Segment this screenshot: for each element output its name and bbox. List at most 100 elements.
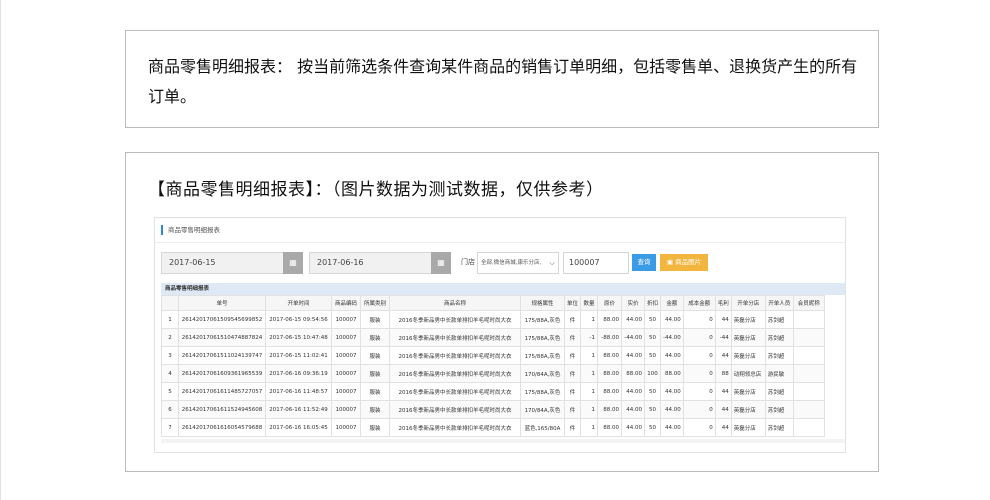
table-cell: 44.00 bbox=[621, 310, 646, 329]
table-cell: 1 bbox=[580, 382, 599, 401]
table-cell: 2017-06-15 10:47:48 bbox=[265, 328, 332, 347]
table-cell: 44.00 bbox=[660, 400, 684, 419]
table-cell: 服装 bbox=[360, 346, 390, 365]
table-cell bbox=[792, 400, 825, 419]
table-cell: 英磊分店 bbox=[730, 382, 766, 401]
calendar-icon[interactable]: ▦ bbox=[431, 252, 451, 274]
table-cell: 1 bbox=[580, 418, 599, 437]
table-cell: 件 bbox=[563, 418, 582, 437]
end-date-input[interactable]: 2017-06-16 ▦ bbox=[309, 252, 451, 274]
store-select[interactable]: 全部,微信商城,康乐分店, ⌵ bbox=[477, 252, 559, 274]
intro-box: 商品零售明细报表： 按当前筛选条件查询某件商品的销售订单明细，包括零售单、退换货… bbox=[125, 30, 879, 128]
column-header: 开单人员 bbox=[764, 295, 794, 311]
table-cell: 100007 bbox=[331, 400, 361, 419]
column-header: 开单分店 bbox=[730, 295, 766, 311]
query-button[interactable]: 查询 bbox=[632, 254, 656, 271]
table-cell: 44.00 bbox=[660, 346, 684, 365]
column-header: 金额 bbox=[660, 295, 684, 311]
table-cell: 88.00 bbox=[597, 400, 623, 419]
table-cell: 44.00 bbox=[621, 346, 646, 365]
screenshot-box: 【商品零售明细报表】：（图片数据为测试数据，仅供参考） 商品零售明细报表 201… bbox=[125, 152, 879, 472]
table-cell: 件 bbox=[563, 328, 582, 347]
table-cell bbox=[792, 364, 825, 383]
start-date-input[interactable]: 2017-06-15 ▦ bbox=[161, 252, 303, 274]
table-cell: 170/84A,灰色 bbox=[520, 364, 565, 383]
table-cell: 26142017061616054579688 bbox=[178, 418, 266, 437]
table-cell: 100007 bbox=[331, 418, 361, 437]
column-header: 单位 bbox=[563, 295, 582, 311]
table-cell: 0 bbox=[682, 328, 716, 347]
horizontal-scrollbar[interactable] bbox=[161, 439, 845, 443]
table-cell: 50 bbox=[644, 310, 662, 329]
table-cell: 50 bbox=[644, 382, 662, 401]
table-cell: 26142017061510474887824 bbox=[178, 328, 266, 347]
column-header: 原价 bbox=[597, 295, 623, 311]
table-cell: 苏剑超 bbox=[764, 328, 794, 347]
table-cell: 2017-06-16 09:36:19 bbox=[265, 364, 332, 383]
table-row[interactable]: 5 26142017061611485727057 2017-06-16 11:48… bbox=[161, 382, 825, 401]
table-cell: 2017-06-16 11:48:57 bbox=[265, 382, 332, 401]
table-cell: 服装 bbox=[360, 382, 390, 401]
table-row[interactable]: 1 26142017061509545699852 2017-06-15 09:54… bbox=[161, 310, 825, 329]
table-cell: 2017-06-16 16:05:45 bbox=[265, 418, 332, 437]
column-header: 商品名称 bbox=[389, 295, 521, 311]
table-cell: -88.00 bbox=[597, 328, 623, 347]
column-header: 数量 bbox=[580, 295, 599, 311]
table-cell: 苏剑超 bbox=[764, 382, 794, 401]
table-row[interactable]: 2 26142017061510474887824 2017-06-15 10:47… bbox=[161, 328, 825, 347]
table-cell: 100007 bbox=[331, 346, 361, 365]
table-cell: 2016冬季新品男中长款单排扣羊毛呢时尚大衣 bbox=[389, 346, 521, 365]
table-cell: 88.00 bbox=[597, 346, 623, 365]
table-cell: 26142017061611485727057 bbox=[178, 382, 266, 401]
table-cell: 2016冬季新品男中长款单排扣羊毛呢时尚大衣 bbox=[389, 310, 521, 329]
table-cell: 2017-06-15 09:54:56 bbox=[265, 310, 332, 329]
calendar-icon[interactable]: ▦ bbox=[283, 252, 303, 274]
table-cell bbox=[792, 382, 825, 401]
table-cell: 英磊分店 bbox=[730, 328, 766, 347]
table-cell: 4 bbox=[161, 364, 179, 383]
screenshot-heading: 【商品零售明细报表】：（图片数据为测试数据，仅供参考） bbox=[148, 180, 604, 200]
table-cell: 88.00 bbox=[597, 418, 623, 437]
table-cell: 88.00 bbox=[621, 364, 646, 383]
table-cell: 2016冬季新品男中长款单排扣羊毛呢时尚大衣 bbox=[389, 400, 521, 419]
table-cell: 英磊分店 bbox=[730, 346, 766, 365]
table-cell: 50 bbox=[644, 346, 662, 365]
table-row[interactable]: 4 26142017061609361965539 2017-06-16 09:36… bbox=[161, 364, 825, 383]
table-cell: 3 bbox=[161, 346, 179, 365]
store-label: 门店 bbox=[461, 258, 475, 266]
table-cell: 2016冬季新品男中长款单排扣羊毛呢时尚大衣 bbox=[389, 328, 521, 347]
table-row[interactable]: 7 26142017061616054579688 2017-06-16 16:05… bbox=[161, 418, 825, 437]
table-cell: 7 bbox=[161, 418, 179, 437]
title-divider bbox=[155, 242, 845, 243]
table-cell: 5 bbox=[161, 382, 179, 401]
table-cell: -44.00 bbox=[621, 328, 646, 347]
column-header: 毛利 bbox=[714, 295, 732, 311]
table-cell: 2016冬季新品男中长款单排扣羊毛呢时尚大衣 bbox=[389, 382, 521, 401]
table-cell: 英磊分店 bbox=[730, 310, 766, 329]
end-date-value: 2017-06-16 bbox=[317, 258, 364, 267]
table-cell bbox=[792, 346, 825, 365]
product-code-input[interactable]: 100007 bbox=[563, 252, 629, 274]
table-row[interactable]: 3 26142017061511024139747 2017-06-15 11:02… bbox=[161, 346, 825, 365]
table-cell: 26142017061509545699852 bbox=[178, 310, 266, 329]
table-cell: 44.00 bbox=[621, 400, 646, 419]
table-cell: 服装 bbox=[360, 400, 390, 419]
table-cell: 44 bbox=[714, 346, 732, 365]
table-cell: 44 bbox=[714, 400, 732, 419]
product-image-button[interactable]: ▣ 商品图片 bbox=[660, 254, 708, 271]
table-cell bbox=[792, 328, 825, 347]
table-cell: 26142017061609361965539 bbox=[178, 364, 266, 383]
table-cell: 件 bbox=[563, 346, 582, 365]
table-cell: 1 bbox=[580, 364, 599, 383]
report-app-window: 商品零售明细报表 2017-06-15 ▦ 2017-06-16 ▦ 门店 全部… bbox=[154, 217, 846, 453]
table-cell: 件 bbox=[563, 382, 582, 401]
table-row[interactable]: 6 26142017061611524945608 2017-06-16 11:52… bbox=[161, 400, 825, 419]
table-cell: 0 bbox=[682, 400, 716, 419]
table-cell: 服装 bbox=[360, 364, 390, 383]
table-cell bbox=[792, 310, 825, 329]
image-icon: ▣ bbox=[666, 258, 674, 266]
column-header: 折扣 bbox=[644, 295, 662, 311]
table-cell: 英磊分店 bbox=[730, 418, 766, 437]
table-cell: 苏剑超 bbox=[764, 346, 794, 365]
table-cell: 苏剑超 bbox=[764, 310, 794, 329]
